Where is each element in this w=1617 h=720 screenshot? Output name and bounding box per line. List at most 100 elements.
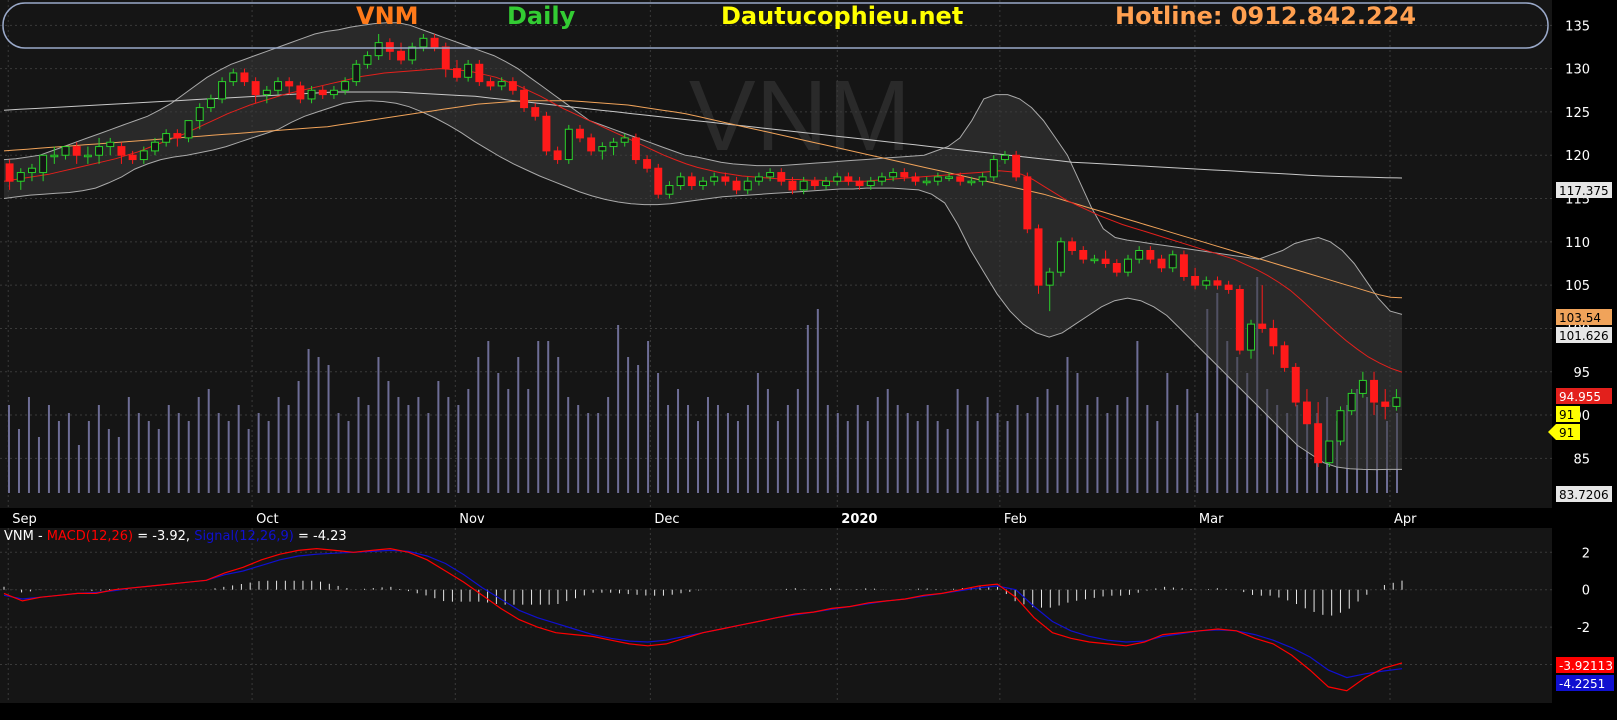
candle-body	[1068, 241, 1077, 251]
candle-body	[1179, 254, 1188, 277]
candle-body	[564, 128, 573, 161]
month-label: 2020	[841, 512, 877, 527]
candle-body	[352, 63, 361, 83]
candle-body	[16, 172, 25, 182]
candle-body	[1392, 397, 1401, 407]
candle-body	[1202, 280, 1211, 286]
candle-body	[139, 150, 148, 161]
candle-body	[520, 89, 529, 109]
candle-body	[1034, 228, 1043, 286]
candle-body	[184, 120, 193, 139]
candle-body	[754, 176, 763, 182]
candle-body	[1314, 423, 1323, 464]
month-label: Dec	[654, 512, 679, 527]
candle-body	[475, 63, 484, 83]
candle-body	[173, 133, 182, 139]
candle-body	[128, 154, 137, 161]
candle-body	[721, 176, 730, 182]
price-tick-label: 130	[1565, 63, 1590, 78]
candle-body	[408, 46, 417, 61]
macd-tick-label: 0	[1582, 584, 1590, 599]
candle-body	[967, 180, 976, 184]
macd-caption-macd-value: = -3.92,	[133, 529, 195, 544]
candle	[1291, 363, 1300, 407]
candle-body	[72, 146, 81, 156]
candle-body	[911, 176, 920, 182]
candle	[654, 163, 663, 199]
macd-tag-label: -4.2251	[1559, 677, 1605, 691]
candle-body	[1135, 250, 1144, 260]
candle-body	[1012, 154, 1021, 178]
candle-body	[1101, 258, 1110, 264]
candle-body	[329, 89, 338, 96]
candle-body	[106, 141, 115, 148]
candle-body	[1079, 250, 1088, 260]
candle-body	[609, 141, 618, 148]
price-tick-label: 105	[1565, 279, 1590, 294]
candle-body	[699, 180, 707, 187]
candle	[1280, 341, 1289, 372]
stock-chart: VNM 859095100105110115120125130135-4-202…	[0, 0, 1617, 720]
candle-body	[855, 180, 864, 187]
candle-body	[1001, 154, 1009, 161]
candle-body	[206, 98, 215, 109]
candle-body	[956, 176, 965, 182]
macd-panel	[0, 528, 1552, 703]
price-tick-label: 110	[1565, 236, 1590, 251]
candle-body	[978, 176, 987, 182]
candle-body	[83, 154, 92, 158]
candle-body	[162, 133, 171, 143]
price-tick-label: 85	[1573, 452, 1590, 467]
candle	[1012, 150, 1021, 182]
candle-body	[50, 154, 59, 158]
candle-body	[151, 141, 159, 152]
macd-caption-signal-value: = -4.23	[293, 529, 347, 544]
price-tick-label: 125	[1565, 106, 1590, 121]
candle-body	[296, 85, 305, 100]
candle-body	[117, 146, 126, 156]
price-tag-label: 91	[1559, 408, 1574, 422]
candle-body	[5, 163, 14, 182]
candle-body	[1168, 254, 1177, 269]
candle-body	[989, 159, 998, 178]
candle-body	[833, 176, 842, 182]
candle	[989, 155, 998, 182]
candle-body	[1381, 401, 1390, 407]
candle-body	[39, 154, 48, 174]
candle-body	[441, 46, 450, 70]
candle-body	[1291, 366, 1300, 403]
candle-body	[430, 37, 439, 48]
candle-body	[452, 68, 461, 78]
candle-body	[576, 128, 584, 139]
price-tick-label: 95	[1573, 366, 1590, 381]
candle-body	[1023, 176, 1032, 230]
price-tag-label: 91	[1559, 426, 1574, 440]
candle	[542, 111, 551, 156]
candle	[631, 133, 640, 164]
candle-body	[508, 81, 517, 91]
candle-body	[1336, 410, 1345, 442]
candle-body	[486, 81, 495, 87]
candle-body	[1235, 288, 1244, 351]
candle	[1056, 237, 1065, 277]
candle-body	[1347, 392, 1356, 412]
candle	[1034, 224, 1043, 294]
candle-body	[262, 89, 271, 96]
candle-body	[27, 167, 36, 174]
candle-body	[687, 176, 696, 187]
candle	[1235, 285, 1244, 355]
candle-body	[218, 81, 227, 100]
candle-body	[251, 81, 260, 96]
candle-body	[1325, 440, 1334, 464]
candle-body	[777, 172, 786, 182]
candle-body	[497, 81, 506, 87]
date-axis-band	[0, 508, 1552, 528]
candle-body	[1358, 379, 1367, 394]
date-axis: Sep Oct Nov Dec 2020 Feb Mar Apr	[0, 508, 1552, 528]
candle-body	[889, 172, 898, 178]
candle-body	[732, 180, 741, 191]
header-symbol: VNM	[356, 2, 419, 30]
month-label: Mar	[1199, 512, 1224, 527]
month-label: Apr	[1394, 512, 1417, 527]
candle-body	[1045, 271, 1054, 286]
